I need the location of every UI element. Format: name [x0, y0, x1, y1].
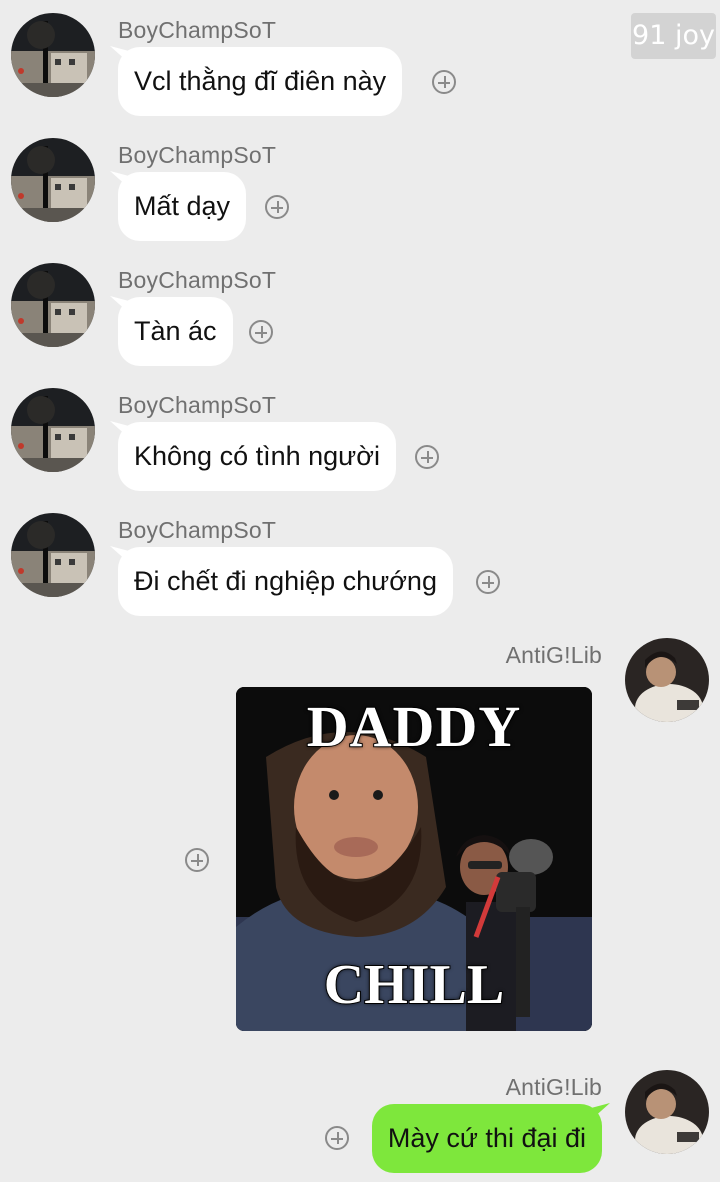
message-bubble[interactable]: Vcl thằng đĩ điên này — [118, 47, 403, 116]
sender-name: BoyChampSoT — [118, 267, 277, 293]
message-incoming: BoyChampSoT Không có tình người — [0, 388, 720, 498]
message-bubble[interactable]: Mày cứ thi đại đi — [371, 1104, 602, 1173]
avatar[interactable] — [625, 1070, 709, 1154]
sender-name: BoyChampSoT — [118, 517, 277, 543]
add-reaction-icon[interactable] — [432, 70, 456, 94]
message-incoming: BoyChampSoT Mất dạy — [0, 138, 720, 248]
message-outgoing: AntiG!Lib Mày cứ thi đại đi — [0, 1070, 720, 1180]
sender-name: AntiG!Lib — [505, 642, 602, 668]
avatar[interactable] — [11, 138, 95, 222]
avatar[interactable] — [11, 513, 95, 597]
sender-name: AntiG!Lib — [505, 1074, 602, 1100]
sender-name: BoyChampSoT — [118, 142, 277, 168]
add-reaction-icon[interactable] — [476, 570, 500, 594]
sticker-caption-top: DADDY — [306, 693, 522, 760]
sender-name: BoyChampSoT — [118, 17, 277, 43]
add-reaction-icon[interactable] — [185, 848, 209, 872]
avatar[interactable] — [11, 263, 95, 347]
message-incoming: BoyChampSoT Đi chết đi nghiệp chướng — [0, 513, 720, 623]
add-reaction-icon[interactable] — [325, 1126, 349, 1150]
message-incoming: BoyChampSoT Vcl thằng đĩ điên này — [0, 13, 720, 123]
sticker-image[interactable]: DADDY CHILL — [236, 687, 592, 1031]
avatar[interactable] — [11, 13, 95, 97]
avatar[interactable] — [11, 388, 95, 472]
add-reaction-icon[interactable] — [415, 445, 439, 469]
message-bubble[interactable]: Tàn ác — [118, 297, 233, 366]
add-reaction-icon[interactable] — [249, 320, 273, 344]
add-reaction-icon[interactable] — [265, 195, 289, 219]
sender-name: BoyChampSoT — [118, 392, 277, 418]
message-incoming: BoyChampSoT Tàn ác — [0, 263, 720, 373]
message-bubble[interactable]: Không có tình người — [118, 422, 396, 491]
message-bubble[interactable]: Đi chết đi nghiệp chướng — [118, 547, 453, 616]
message-bubble[interactable]: Mất dạy — [118, 172, 247, 241]
sticker-caption-bottom: CHILL — [323, 953, 506, 1017]
avatar[interactable] — [625, 638, 709, 722]
